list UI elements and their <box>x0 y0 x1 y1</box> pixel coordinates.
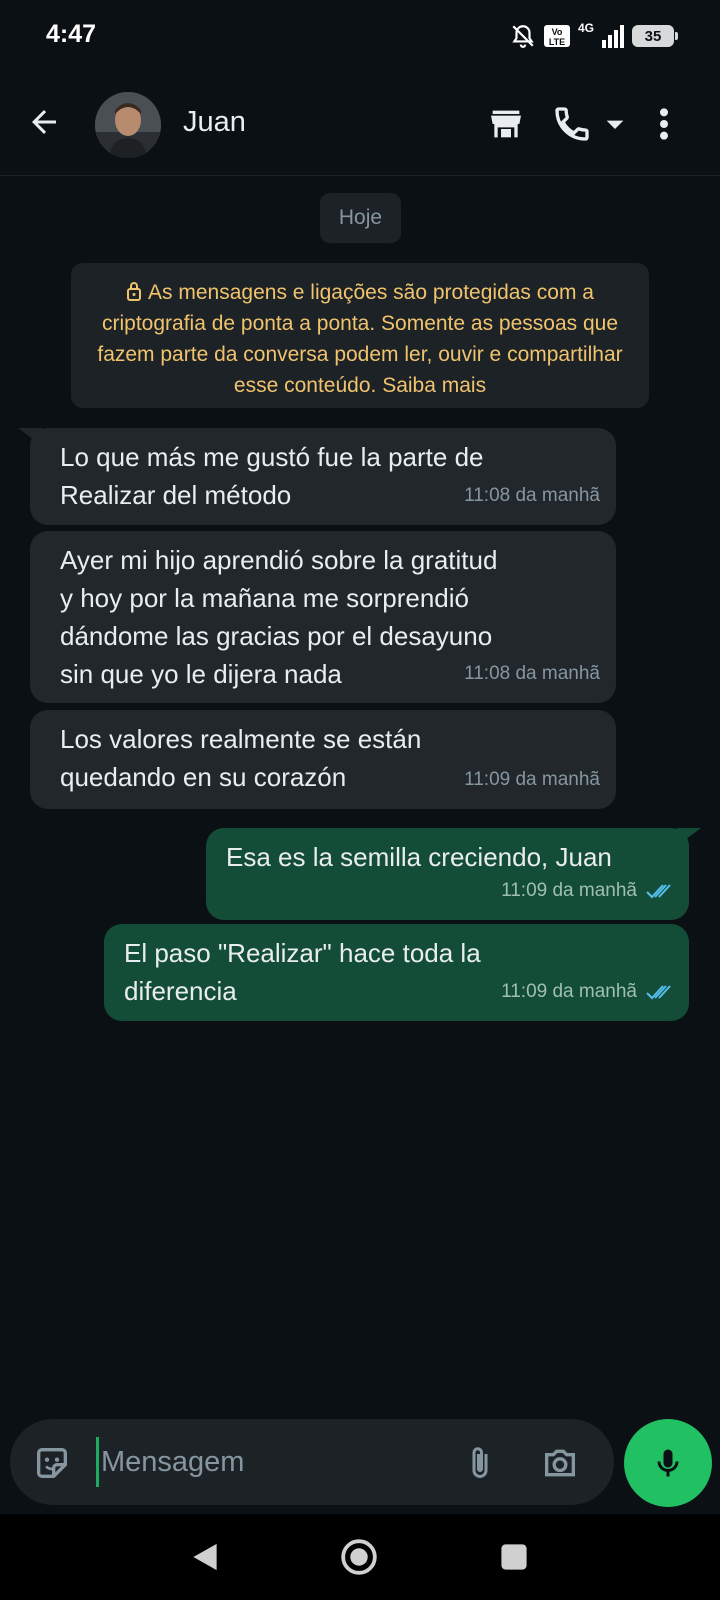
message-composer <box>10 1419 614 1505</box>
bubble-tail <box>677 828 701 846</box>
message-time: 11:09 da manhã <box>464 769 600 790</box>
message-bubble-outgoing[interactable]: El paso "Realizar" hace toda la diferenc… <box>104 924 689 1021</box>
network-type: 4G <box>577 21 594 35</box>
message-time: 11:09 da manhã <box>501 880 637 901</box>
status-icons: Vo LTE 4G 35 <box>510 21 678 50</box>
message-bubble-incoming[interactable]: Los valores realmente se están quedando … <box>30 710 616 809</box>
message-input[interactable] <box>96 1437 436 1487</box>
status-time: 4:47 <box>46 20 97 48</box>
store-icon[interactable] <box>486 104 526 144</box>
battery-icon: 35 <box>632 25 678 47</box>
avatar-image <box>95 92 161 158</box>
sticker-icon[interactable] <box>32 1443 72 1483</box>
mic-button[interactable] <box>624 1419 712 1507</box>
message-time: 11:08 da manhã <box>464 663 600 684</box>
mute-notifications-icon <box>512 25 534 48</box>
volte-badge: Vo LTE <box>543 25 570 47</box>
encryption-notice[interactable]: As mensagens e ligações são protegidas c… <box>71 263 649 408</box>
message-time: 11:08 da manhã <box>464 485 600 506</box>
mic-icon <box>657 1449 679 1477</box>
message-text: Esa es la semilla creciendo, Juan <box>226 842 612 872</box>
battery-level: 35 <box>644 27 662 45</box>
message-time: 11:09 da manhã <box>501 981 637 1002</box>
message-bubble-incoming[interactable]: Ayer mi hijo aprendió sobre la gratitud … <box>30 531 616 703</box>
contact-name[interactable]: Juan <box>183 106 246 139</box>
back-arrow-icon[interactable] <box>26 104 62 140</box>
bubble-tail <box>18 428 42 446</box>
camera-icon[interactable] <box>540 1443 580 1483</box>
lock-icon <box>127 282 142 301</box>
encryption-notice-text: As mensagens e ligações são protegidas c… <box>97 281 623 397</box>
read-receipt-icon <box>646 884 671 899</box>
avatar[interactable] <box>95 92 161 158</box>
attach-icon[interactable] <box>462 1443 498 1483</box>
read-receipt-icon <box>646 985 671 1000</box>
date-chip: Hoje <box>320 193 401 243</box>
nav-recents-icon[interactable] <box>500 1543 528 1571</box>
dropdown-icon[interactable] <box>604 104 626 144</box>
system-nav-bar <box>0 1514 720 1600</box>
more-vert-icon[interactable] <box>652 104 676 144</box>
volte-label: Vo LTE <box>548 27 566 47</box>
signal-icon <box>602 25 624 48</box>
phone-icon[interactable] <box>552 104 592 144</box>
chat-header: Juan <box>0 72 720 176</box>
nav-home-icon[interactable] <box>340 1538 378 1576</box>
message-bubble-incoming[interactable]: Lo que más me gustó fue la parte de Real… <box>18 428 616 525</box>
nav-back-icon[interactable] <box>190 1541 220 1573</box>
message-bubble-outgoing[interactable]: Esa es la semilla creciendo, Juan 11:09 … <box>206 828 701 920</box>
status-bar: 4:47 Vo LTE 4G 35 <box>0 0 720 72</box>
